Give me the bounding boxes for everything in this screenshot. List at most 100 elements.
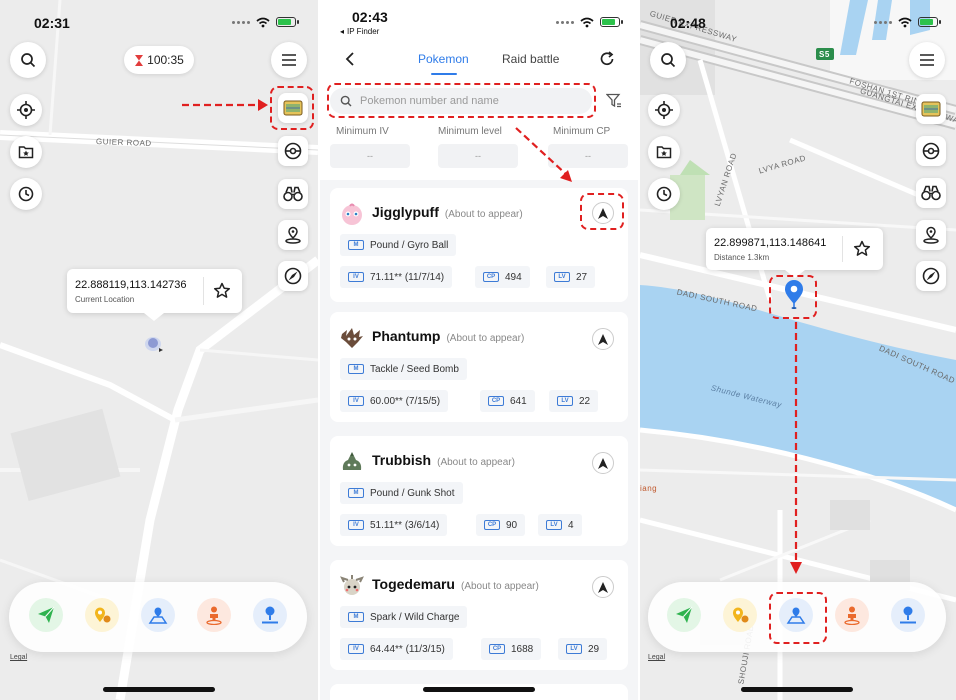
iv-icon: IV — [348, 272, 364, 282]
two-spot-button[interactable] — [141, 598, 175, 632]
card-pointer — [144, 313, 164, 321]
iv-text: 60.00** (7/15/5) — [370, 395, 441, 407]
star-icon[interactable] — [213, 282, 231, 300]
iv-text: 71.11** (11/7/14) — [370, 271, 445, 283]
moves-icon: M — [348, 612, 364, 622]
jump-button[interactable] — [891, 598, 925, 632]
road-label-s5: S5 — [819, 50, 830, 59]
binoculars-icon — [921, 185, 941, 201]
level-icon: LV — [554, 272, 570, 282]
filter-min-iv[interactable]: -- — [330, 144, 410, 168]
status-time: 02:31 — [34, 15, 70, 31]
filter-icon[interactable] — [606, 93, 622, 109]
search-icon — [661, 53, 676, 68]
binoculars-button[interactable] — [278, 179, 308, 209]
level-text: 27 — [576, 271, 588, 283]
back-triangle-icon: ◂ — [340, 27, 345, 36]
location-coords: 22.899871,113.148641 — [714, 236, 827, 249]
red-arrow-down — [790, 322, 802, 574]
moves-text: Spark / Wild Charge — [370, 611, 460, 623]
pokeball-button[interactable] — [278, 136, 308, 166]
togedemaru-icon — [340, 575, 364, 595]
level-chip: LV 29 — [558, 638, 608, 660]
moves-icon: M — [348, 240, 364, 250]
binoculars-icon — [283, 186, 303, 202]
location-pin-button[interactable] — [278, 220, 308, 250]
card-divider — [842, 236, 843, 262]
pokeball-icon — [922, 142, 940, 160]
search-icon — [21, 53, 36, 68]
star-icon[interactable] — [853, 240, 871, 258]
pin-route-icon — [95, 607, 111, 623]
pokemon-radar-button[interactable] — [916, 94, 946, 124]
phantump-icon — [341, 328, 363, 348]
back-arrow-icon[interactable] — [344, 52, 358, 66]
moves-text: Pound / Gyro Ball — [370, 239, 449, 251]
locate-button[interactable] — [648, 94, 680, 126]
pokemon-name: Trubbish (About to appear) — [372, 452, 515, 468]
level-icon: LV — [546, 520, 562, 530]
crosshair-icon — [17, 101, 35, 119]
cp-chip: CP 494 — [475, 266, 530, 288]
compass-button[interactable] — [278, 261, 308, 291]
home-indicator — [103, 687, 215, 692]
multi-spot-button[interactable] — [723, 598, 757, 632]
navigate-arrow-icon — [598, 581, 608, 593]
trubbish-icon — [342, 452, 362, 470]
pokemon-card-phantump[interactable]: Phantump (About to appear) M Tackle / Seed… — [330, 312, 628, 422]
menu-button[interactable] — [909, 42, 945, 78]
cp-chip: CP 641 — [480, 390, 535, 412]
map-poi-label: iang — [640, 484, 658, 493]
menu-button[interactable] — [271, 42, 307, 78]
teleport-button[interactable] — [29, 598, 63, 632]
paper-plane-icon — [38, 606, 55, 623]
moves-chip: M Spark / Wild Charge — [340, 606, 468, 628]
location-coords: 22.888119,113.142736 — [75, 278, 187, 291]
location-pin-button[interactable] — [916, 220, 946, 250]
pokemon-card-trubbish[interactable]: Trubbish (About to appear) M Pound / Gunk … — [330, 436, 628, 546]
pokemon-name-text: Togedemaru — [372, 576, 455, 592]
timer-value: 100:35 — [147, 53, 184, 67]
filter-min-level[interactable]: -- — [438, 144, 518, 168]
locate-button[interactable] — [10, 94, 42, 126]
highlight-two-spot-button — [769, 592, 827, 644]
wifi-icon — [256, 17, 270, 27]
navigate-button[interactable] — [592, 576, 614, 598]
binoculars-button[interactable] — [916, 178, 946, 208]
jump-button[interactable] — [253, 598, 287, 632]
navigate-arrow-icon — [598, 333, 608, 345]
legal-link[interactable]: Legal — [10, 654, 27, 661]
current-location-card[interactable]: 22.888119,113.142736 Current Location — [67, 269, 242, 313]
pin-base-icon — [285, 226, 301, 244]
iv-icon: IV — [348, 396, 364, 406]
search-button[interactable] — [650, 42, 686, 78]
compass-button[interactable] — [916, 261, 946, 291]
navigate-button[interactable] — [592, 452, 614, 474]
pokemon-list-panel: 02:43 ◂ IP Finder Pokemon Raid battle Po… — [320, 0, 638, 700]
pokemon-status: (About to appear) — [444, 209, 523, 220]
level-chip: LV 27 — [546, 266, 596, 288]
cp-icon: CP — [484, 520, 500, 530]
tab-raid-battle[interactable]: Raid battle — [502, 52, 559, 66]
back-to-app[interactable]: ◂ IP Finder — [340, 27, 379, 36]
teleport-button[interactable] — [667, 598, 701, 632]
joystick-button[interactable] — [197, 598, 231, 632]
back-app-label: IP Finder — [347, 27, 380, 36]
tab-pokemon[interactable]: Pokemon — [418, 52, 469, 66]
refresh-icon[interactable] — [599, 51, 615, 67]
status-icons — [874, 15, 941, 29]
legal-link[interactable]: Legal — [648, 654, 665, 661]
favorites-button[interactable] — [648, 136, 680, 168]
multi-spot-button[interactable] — [85, 598, 119, 632]
history-button[interactable] — [10, 178, 42, 210]
navigate-button[interactable] — [592, 328, 614, 350]
cp-text: 641 — [510, 395, 527, 407]
joystick-button[interactable] — [835, 598, 869, 632]
search-button[interactable] — [10, 42, 46, 78]
pokemon-card-togedemaru[interactable]: Togedemaru (About to appear) M Spark / Wil… — [330, 560, 628, 670]
history-button[interactable] — [648, 178, 680, 210]
pokeball-button[interactable] — [916, 136, 946, 166]
favorites-button[interactable] — [10, 136, 42, 168]
destination-card[interactable]: 22.899871,113.148641 Distance 1.3km — [706, 228, 883, 270]
location-distance: Distance 1.3km — [714, 252, 770, 262]
